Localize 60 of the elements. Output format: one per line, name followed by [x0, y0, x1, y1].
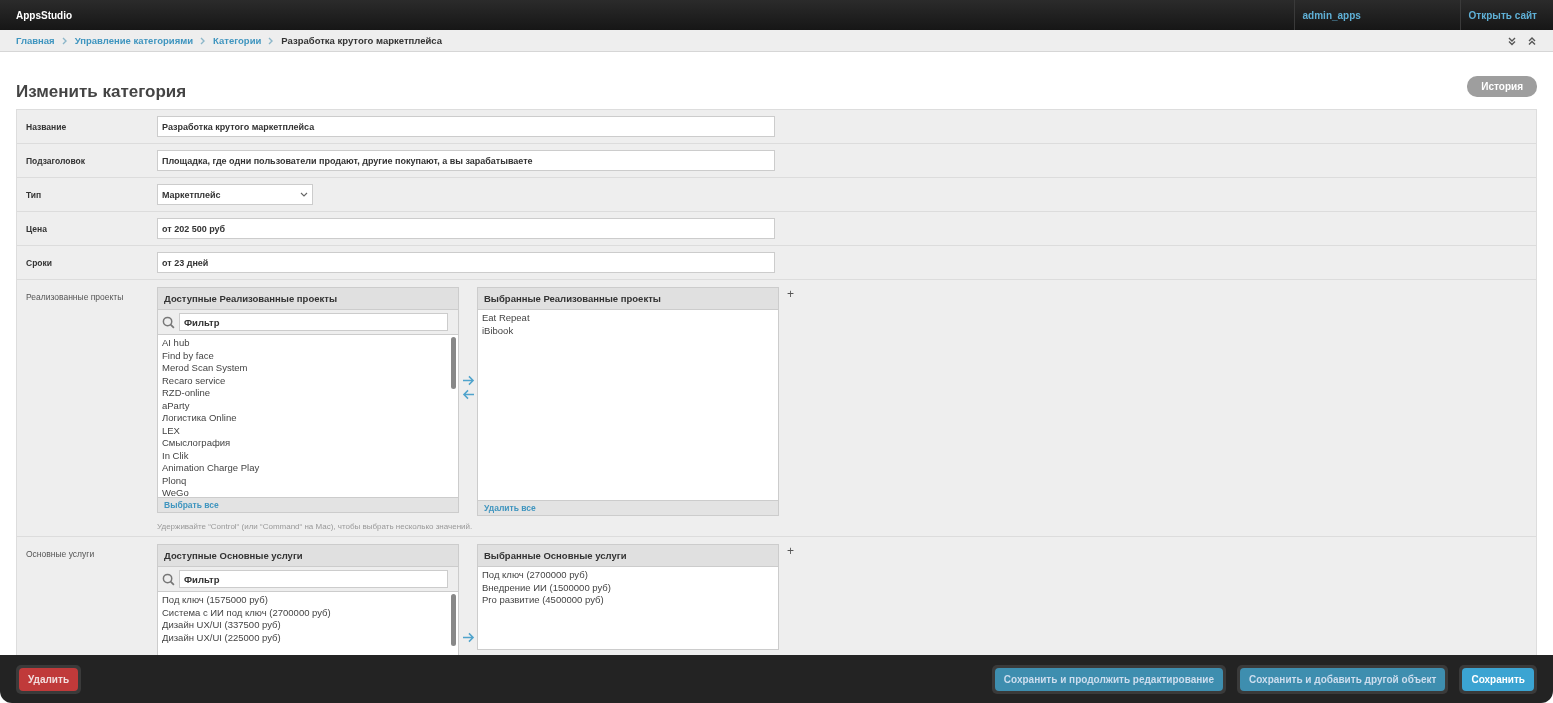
- text-field[interactable]: от 23 дней: [157, 252, 775, 273]
- list-option[interactable]: WeGo: [162, 487, 444, 497]
- search-icon: [162, 315, 175, 329]
- chevron-icon: [268, 36, 275, 45]
- list-option[interactable]: Внедрение ИИ (1500000 руб): [482, 581, 764, 594]
- list-option[interactable]: Под ключ (2700000 руб): [482, 569, 764, 582]
- list-option[interactable]: iBibook: [482, 324, 764, 337]
- scrollbar[interactable]: [451, 337, 456, 389]
- list-option[interactable]: aParty: [162, 399, 444, 412]
- collapse-all-icon[interactable]: [1527, 35, 1537, 46]
- breadcrumb-current: Разработка крутого маркетплейса: [281, 35, 442, 46]
- field-label: Тип: [25, 189, 43, 200]
- list-option[interactable]: Логистика Online: [162, 412, 444, 425]
- scrollbar[interactable]: [451, 594, 456, 646]
- chevron-icon: [61, 36, 68, 45]
- add-button[interactable]: +: [787, 287, 794, 301]
- chevron-icon: [200, 36, 207, 45]
- expand-all-icon[interactable]: [1507, 35, 1517, 46]
- list-header: Выбранные Основные услуги: [478, 545, 778, 567]
- field-label: Подзаголовок: [25, 155, 86, 166]
- add-button[interactable]: +: [787, 544, 794, 558]
- list-option[interactable]: Дизайн UX/UI (337500 руб): [162, 619, 444, 632]
- list-option[interactable]: Система с ИИ под ключ (2700000 руб): [162, 606, 444, 619]
- list-option[interactable]: Дизайн UX/UI (225000 руб): [162, 631, 444, 644]
- list-header: Выбранные Реализованные проекты: [478, 288, 778, 310]
- filter-field[interactable]: Фильтр: [179, 313, 448, 331]
- help-text: Удерживайте “Control“ (или “Command“ на Mac), чтобы выбрать несколько значений.: [157, 522, 474, 531]
- text-field[interactable]: от 202 500 руб: [157, 218, 775, 239]
- arrow-right-icon[interactable]: [461, 632, 475, 643]
- field-label: Название: [25, 121, 68, 132]
- arrow-right-icon[interactable]: [461, 375, 475, 386]
- list-option[interactable]: In Clik: [162, 449, 444, 462]
- list-option[interactable]: Смыслография: [162, 437, 444, 450]
- field-label: Сроки: [25, 257, 53, 268]
- arrow-left-icon[interactable]: [461, 389, 475, 400]
- select-field[interactable]: Маркетплейс: [157, 184, 313, 205]
- filter-field[interactable]: Фильтр: [179, 570, 448, 588]
- brand-title: AppsStudio: [15, 9, 74, 21]
- chevron-down-icon: [300, 192, 308, 197]
- field-label: Реализованные проекты: [25, 291, 125, 302]
- list-header: Доступные Основные услуги: [158, 545, 458, 567]
- list-option[interactable]: Find by face: [162, 349, 444, 362]
- field-label: Цена: [25, 223, 48, 234]
- page-title: Изменить категория: [16, 82, 187, 102]
- list-option[interactable]: Recaro service: [162, 374, 444, 387]
- field-label: Основные услуги: [25, 548, 96, 559]
- delete-button[interactable]: Удалить: [19, 667, 79, 691]
- list-option[interactable]: LEX: [162, 424, 444, 437]
- text-field[interactable]: Разработка крутого маркетплейса: [157, 116, 775, 137]
- list-option[interactable]: Pro развитие (4500000 руб): [482, 594, 764, 607]
- list-option[interactable]: AI hub: [162, 337, 444, 350]
- search-icon: [162, 572, 175, 586]
- list-option[interactable]: Plonq: [162, 474, 444, 487]
- list-option[interactable]: RZD-online: [162, 387, 444, 400]
- list-header: Доступные Реализованные проекты: [158, 288, 458, 310]
- list-option[interactable]: Animation Charge Play: [162, 462, 444, 475]
- list-option[interactable]: Merod Scan System: [162, 362, 444, 375]
- text-field[interactable]: Площадка, где одни пользователи продают, другие покупают, а вы зарабатываете: [157, 150, 775, 171]
- list-option[interactable]: Под ключ (1575000 руб): [162, 594, 444, 607]
- list-option[interactable]: Eat Repeat: [482, 312, 764, 325]
